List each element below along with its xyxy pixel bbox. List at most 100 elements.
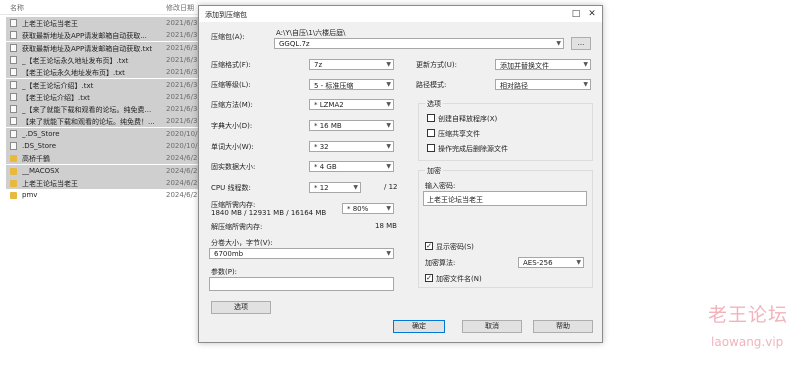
shared-checkbox[interactable] [427,129,435,137]
split-label: 分卷大小，字节(V): [211,239,273,247]
file-row[interactable]: __MACOSX 2024/6/22 [6,164,206,177]
level-label: 压缩等级(L): [211,81,251,89]
delete-source-label: 操作完成后删除源文件 [438,145,508,153]
show-password-label: 显示密码(S) [436,243,474,251]
format-select[interactable]: 7z ▼ [309,59,394,70]
format-label: 压缩格式(F): [211,61,251,69]
chevron-down-icon: ▼ [353,184,358,191]
file-row[interactable]: 【老王论坛永久地址发布页】.txt 2021/6/30 [6,66,206,79]
archive-name-combo[interactable]: GGQL.7z ▼ [274,38,564,49]
options-group-title: 选项 [425,99,443,109]
word-select[interactable]: * 32 ▼ [309,141,394,152]
shared-label: 压缩共享文件 [438,130,480,138]
file-name: 获取最新地址及APP请发邮箱自动获取... [22,32,147,41]
word-value: * 32 [314,143,329,151]
file-date: 2021/6/30 [166,92,202,101]
file-row[interactable]: 高桥千鶴 2024/6/22 [6,152,206,165]
file-row[interactable]: 上老王论坛当老王 2024/6/22 [6,176,206,189]
params-input[interactable] [209,277,394,291]
show-password-checkbox[interactable]: ✓ [425,242,433,250]
chevron-down-icon: ▼ [386,143,391,150]
options-button[interactable]: 选项 [211,301,271,314]
file-name: 【老王论坛介绍】.txt [22,93,90,102]
dict-select[interactable]: * 16 MB ▼ [309,120,394,131]
title-bar: 添加到压缩包 □ ✕ [199,6,602,22]
cancel-button[interactable]: 取消 [462,320,522,333]
delete-source-checkbox[interactable] [427,144,435,152]
mem-usage-value: * 80% [347,205,369,213]
close-icon[interactable]: ✕ [586,8,598,20]
file-date: 2021/6/30 [166,117,202,126]
threads-max: / 12 [384,183,398,191]
file-icon [10,55,17,64]
file-row[interactable]: 上老王论坛当老王 2021/6/30 [6,17,206,29]
file-row[interactable]: pmv 2024/6/22 [6,189,206,201]
solid-value: * 4 GB [314,163,337,171]
enc-method-select[interactable]: AES-256 ▼ [518,257,584,268]
file-name: _【来了就能下载和观看的论坛。纯免费... [22,106,152,115]
format-value: 7z [314,61,323,69]
archive-label: 压缩包(A): [211,33,245,41]
file-date: 2024/6/22 [166,154,202,163]
update-select[interactable]: 添加并替换文件 ▼ [495,59,591,70]
chevron-down-icon: ▼ [386,81,391,88]
update-value: 添加并替换文件 [500,62,549,70]
file-row[interactable]: .DS_Store 2020/10/1 [6,140,206,152]
chevron-down-icon: ▼ [386,61,391,68]
file-date: 2021/6/30 [166,19,202,27]
file-name: _【老王论坛介绍】.txt [22,81,94,90]
help-button[interactable]: 帮助 [533,320,593,333]
threads-select[interactable]: * 12 ▼ [309,182,361,193]
enc-method-label: 加密算法: [425,259,456,267]
enc-method-value: AES-256 [523,259,553,267]
ok-button[interactable]: 确定 [393,320,445,333]
mem-usage-select[interactable]: * 80% ▼ [342,203,394,214]
encrypt-names-checkbox[interactable]: ✓ [425,274,433,282]
dict-label: 字典大小(D): [211,122,253,130]
file-row[interactable]: 【来了就能下载和观看的论坛。纯免费！... 2021/6/30 [6,115,206,128]
file-date: 2020/10/1 [166,129,202,138]
browse-button[interactable]: ... [571,37,591,50]
watermark-url: laowang.vip [711,335,784,349]
password-value: 上老王论坛当老王 [427,196,483,204]
chevron-down-icon: ▼ [386,163,391,170]
threads-value: * 12 [314,184,329,192]
file-name: _【老王论坛永久地址发布页】.txt [22,56,129,65]
file-row[interactable]: 【老王论坛介绍】.txt 2021/6/30 [6,90,206,103]
file-row[interactable]: _【来了就能下载和观看的论坛。纯免费... 2021/6/30 [6,103,206,116]
file-row[interactable]: _【老王论坛介绍】.txt 2021/6/30 [6,78,206,91]
file-name: pmv [22,191,38,200]
encrypt-names-label: 加密文件名(N) [436,275,482,283]
threads-label: CPU 线程数: [211,184,251,192]
file-name: 【来了就能下载和观看的论坛。纯免费！... [22,118,155,127]
file-date: 2021/6/30 [166,43,202,52]
method-select[interactable]: * LZMA2 ▼ [309,99,394,110]
file-name: 高桥千鶴 [22,155,50,164]
update-label: 更新方式(U): [416,61,457,69]
file-row[interactable]: _【老王论坛永久地址发布页】.txt 2021/6/30 [6,53,206,66]
archive-name-value: GGQL.7z [279,40,310,48]
path-mode-select[interactable]: 相对路径 ▼ [495,79,591,90]
password-input[interactable]: 上老王论坛当老王 [423,191,587,206]
file-name: __MACOSX [22,166,60,175]
file-row[interactable]: _.DS_Store 2020/10/1 [6,127,206,140]
file-date: 2024/6/22 [166,178,202,187]
file-row[interactable]: 获取最新地址及APP请发邮箱自动获取.txt 2021/6/30 [6,41,206,54]
sfx-checkbox[interactable] [427,114,435,122]
file-date: 2021/6/30 [166,55,202,64]
encryption-group: 加密 输入密码: 上老王论坛当老王 ✓ 显示密码(S) 加密算法: AES-25… [418,166,593,288]
column-date-header[interactable]: 修改日期 [166,3,194,13]
mem-comp-detail: 1840 MB / 12931 MB / 16164 MB [211,209,327,217]
column-name-header[interactable]: 名称 [10,3,24,13]
file-row[interactable]: 获取最新地址及APP请发邮箱自动获取... 2021/6/30 [6,29,206,42]
split-combo[interactable]: 6700mb ▼ [209,248,394,259]
solid-label: 固实数据大小: [211,163,256,171]
file-date: 2021/6/30 [166,68,202,77]
folder-icon [10,192,17,200]
chevron-down-icon: ▼ [556,40,561,47]
file-icon [10,117,17,126]
level-select[interactable]: 5 - 标准压缩 ▼ [309,79,394,90]
solid-select[interactable]: * 4 GB ▼ [309,161,394,172]
maximize-icon[interactable]: □ [570,8,582,20]
encryption-group-title: 加密 [425,166,443,176]
